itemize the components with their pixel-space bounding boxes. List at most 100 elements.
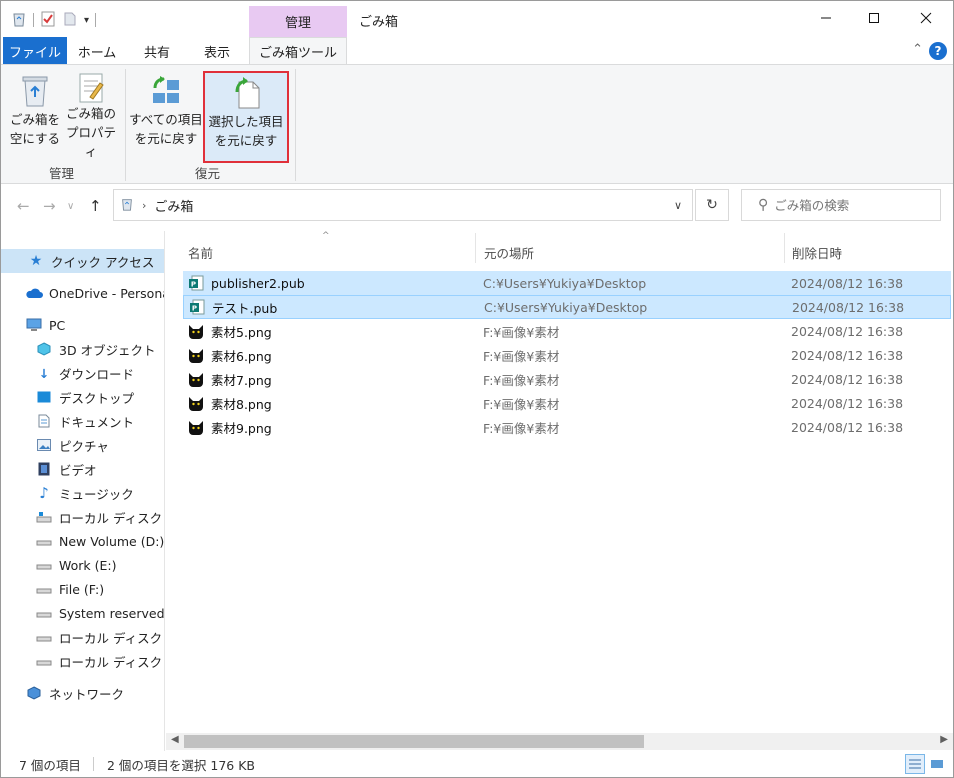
qat-separator bbox=[95, 13, 97, 27]
tab-home[interactable]: ホーム bbox=[71, 37, 123, 65]
search-icon: ⚲ bbox=[758, 197, 769, 213]
tab-recycle-bin-tools[interactable]: ごみ箱ツール bbox=[249, 37, 347, 65]
restore-all-button[interactable]: すべての項目 を元に戻す bbox=[129, 71, 203, 157]
recycle-bin-properties-button[interactable]: ごみ箱の プロパティ bbox=[63, 71, 119, 159]
desktop-icon bbox=[35, 389, 53, 405]
column-header-name[interactable]: 名前 bbox=[188, 237, 468, 267]
minimize-icon bbox=[821, 17, 831, 19]
table-row[interactable]: Ppublisher2.pub C:¥Users¥Yukiya¥Desktop … bbox=[183, 271, 951, 295]
qat-dropdown-icon[interactable]: ▾ bbox=[84, 15, 89, 26]
nav-item-onedrive[interactable]: OneDrive - Personal bbox=[1, 281, 164, 305]
cat-image-icon bbox=[187, 418, 205, 436]
nav-item-3d-objects[interactable]: 3D オブジェクト bbox=[1, 337, 164, 361]
nav-item-local-disk-c[interactable]: ローカル ディスク (C:) bbox=[1, 505, 164, 529]
group-separator bbox=[295, 69, 296, 181]
nav-label: System reserved (G:) bbox=[59, 605, 165, 621]
nav-label: File (F:) bbox=[59, 581, 105, 597]
help-icon[interactable]: ? bbox=[929, 42, 947, 60]
nav-label: Work (E:) bbox=[59, 557, 117, 573]
drive-icon bbox=[35, 629, 53, 645]
nav-item-documents[interactable]: ドキュメント bbox=[1, 409, 164, 433]
nav-item-network[interactable]: ネットワーク bbox=[1, 681, 164, 705]
computer-icon bbox=[25, 317, 43, 333]
file-location: C:¥Users¥Yukiya¥Desktop bbox=[483, 275, 647, 291]
tab-view[interactable]: 表示 bbox=[191, 37, 243, 65]
horizontal-scrollbar[interactable]: ◀ ▶ bbox=[166, 733, 953, 750]
nav-item-pc[interactable]: PC bbox=[1, 313, 164, 337]
nav-label: ミュージック bbox=[59, 486, 134, 502]
details-view-button[interactable] bbox=[905, 754, 925, 774]
search-input[interactable] bbox=[774, 197, 925, 213]
empty-recycle-bin-button[interactable]: ごみ箱を 空にする bbox=[7, 71, 63, 157]
table-row[interactable]: 素材8.png F:¥画像¥素材 2024/08/12 16:38 bbox=[183, 391, 951, 415]
file-name: テスト.pub bbox=[212, 300, 278, 316]
column-header-date-deleted[interactable]: 削除日時 bbox=[792, 237, 942, 267]
recycle-bin-small-icon bbox=[11, 11, 27, 30]
forward-arrow-icon[interactable]: → bbox=[43, 197, 56, 215]
address-dropdown-icon[interactable]: ∨ bbox=[674, 199, 682, 212]
context-tab-manage[interactable]: 管理 bbox=[249, 6, 347, 37]
drive-icon bbox=[35, 653, 53, 669]
cat-image-icon bbox=[187, 394, 205, 412]
properties-icon[interactable] bbox=[40, 11, 56, 30]
nav-item-drive-i[interactable]: ローカル ディスク (I:) bbox=[1, 649, 164, 673]
column-header-original-location[interactable]: 元の場所 bbox=[484, 237, 764, 267]
nav-item-desktop[interactable]: デスクトップ bbox=[1, 385, 164, 409]
refresh-button[interactable]: ↻ bbox=[695, 189, 729, 221]
scrollbar-thumb[interactable] bbox=[184, 735, 644, 748]
nav-item-pictures[interactable]: ピクチャ bbox=[1, 433, 164, 457]
nav-item-drive-g[interactable]: System reserved (G:) bbox=[1, 601, 165, 625]
nav-item-quick-access[interactable]: ★ クイック アクセス bbox=[1, 249, 164, 273]
new-folder-icon[interactable] bbox=[62, 11, 78, 30]
file-name: 素材6.png bbox=[211, 348, 272, 364]
restore-selected-button[interactable]: 選択した項目 を元に戻す bbox=[203, 71, 289, 163]
column-divider[interactable] bbox=[784, 233, 785, 263]
file-date-deleted: 2024/08/12 16:38 bbox=[791, 323, 904, 339]
nav-label: ローカル ディスク (H:) bbox=[59, 630, 164, 646]
column-divider[interactable] bbox=[475, 233, 476, 263]
nav-item-music[interactable]: ♪ ミュージック bbox=[1, 481, 164, 505]
search-box[interactable]: ⚲ bbox=[741, 189, 941, 221]
file-name: publisher2.pub bbox=[211, 275, 305, 291]
tab-file[interactable]: ファイル bbox=[3, 37, 67, 65]
scroll-left-arrow-icon[interactable]: ◀ bbox=[171, 734, 179, 745]
svg-text:P: P bbox=[191, 281, 196, 289]
nav-item-downloads[interactable]: ↓ ダウンロード bbox=[1, 361, 164, 385]
file-location: F:¥画像¥素材 bbox=[483, 348, 560, 364]
drive-icon bbox=[35, 557, 53, 573]
nav-item-videos[interactable]: ビデオ bbox=[1, 457, 164, 481]
file-date-deleted: 2024/08/12 16:38 bbox=[792, 299, 905, 315]
large-icons-view-button[interactable] bbox=[927, 754, 947, 774]
music-note-icon: ♪ bbox=[39, 484, 49, 502]
collapse-ribbon-icon[interactable]: ⌃ bbox=[912, 42, 923, 57]
nav-label: ローカル ディスク (C:) bbox=[59, 510, 164, 526]
file-location: F:¥画像¥素材 bbox=[483, 420, 560, 436]
tab-share[interactable]: 共有 bbox=[131, 37, 183, 65]
nav-item-drive-h[interactable]: ローカル ディスク (H:) bbox=[1, 625, 164, 649]
table-row[interactable]: 素材7.png F:¥画像¥素材 2024/08/12 16:38 bbox=[183, 367, 951, 391]
nav-item-drive-e[interactable]: Work (E:) bbox=[1, 553, 164, 577]
back-arrow-icon[interactable]: ← bbox=[17, 197, 30, 215]
table-row[interactable]: P テスト.pub C:¥Users¥Yukiya¥Desktop 2024/08… bbox=[183, 295, 951, 319]
empty-recycle-bin-label-2: 空にする bbox=[9, 130, 61, 146]
recent-locations-chevron-icon[interactable]: ∨ bbox=[67, 201, 74, 212]
table-row[interactable]: 素材6.png F:¥画像¥素材 2024/08/12 16:38 bbox=[183, 343, 951, 367]
close-button[interactable] bbox=[897, 1, 953, 35]
ribbon: ごみ箱を 空にする ごみ箱の プロパティ 管理 すべての項目 を元に戻す 選択し… bbox=[1, 64, 953, 184]
nav-item-drive-d[interactable]: New Volume (D:) bbox=[1, 529, 164, 553]
scroll-right-arrow-icon[interactable]: ▶ bbox=[940, 734, 948, 745]
table-row[interactable]: 素材5.png F:¥画像¥素材 2024/08/12 16:38 bbox=[183, 319, 951, 343]
breadcrumb-recycle-bin[interactable]: ごみ箱 bbox=[154, 196, 193, 215]
up-arrow-icon[interactable]: ↑ bbox=[89, 197, 102, 215]
cloud-icon bbox=[25, 285, 43, 301]
download-arrow-icon: ↓ bbox=[38, 365, 50, 381]
table-row[interactable]: 素材9.png F:¥画像¥素材 2024/08/12 16:38 bbox=[183, 415, 951, 439]
nav-item-drive-f[interactable]: File (F:) bbox=[1, 577, 164, 601]
file-date-deleted: 2024/08/12 16:38 bbox=[791, 419, 904, 435]
cube-icon bbox=[35, 341, 53, 357]
breadcrumb-chevron-icon[interactable]: › bbox=[142, 199, 146, 212]
maximize-button[interactable] bbox=[845, 1, 903, 35]
close-icon bbox=[920, 12, 932, 24]
svg-text:P: P bbox=[192, 305, 197, 313]
address-box[interactable]: › ごみ箱 ∨ bbox=[113, 189, 693, 221]
